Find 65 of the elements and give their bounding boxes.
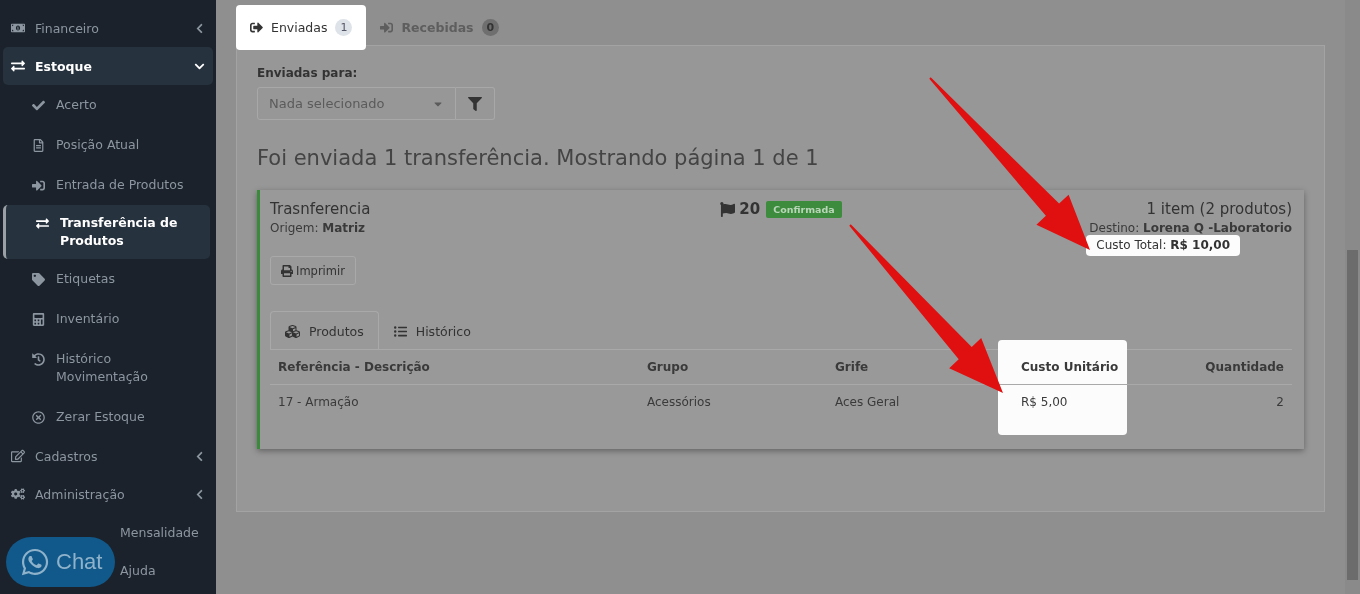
scrollbar-thumb[interactable] (1347, 250, 1358, 580)
origin-text: Origem: Matriz (270, 221, 367, 235)
sidebar-subitem[interactable]: Entrada de Produtos (0, 165, 210, 205)
sidebar-subitem[interactable]: Histórico Movimentação (0, 339, 210, 397)
tab[interactable]: Enviadas 1 (236, 5, 367, 50)
table-cell-text: Acessórios (646, 394, 712, 411)
total-cost: Custo Total: R$ 10,00 (1086, 235, 1240, 256)
column-header: Grupo (639, 350, 827, 385)
gears-icon (11, 487, 25, 501)
filter-button[interactable] (456, 87, 495, 120)
status-badge: Confirmada (766, 200, 842, 218)
flag-icon (720, 201, 736, 217)
table-cell: R$ 5,00 (998, 385, 1127, 435)
items-count: 1 item (2 produtos) (1146, 200, 1292, 218)
column-header: Referência - Descrição (270, 350, 639, 385)
table-cell-text: 2 (1275, 394, 1285, 411)
sign-in-icon (380, 21, 394, 34)
table-cell-text: Aces Geral (834, 394, 901, 411)
sidebar-subitem[interactable]: Posição Atual (0, 125, 210, 165)
arrows-icon (36, 217, 49, 230)
chevron-left-icon (194, 22, 205, 34)
count-badge: 0 (481, 19, 500, 36)
edit-icon (11, 449, 25, 463)
table-cell-text: 17 - Armação (277, 394, 360, 411)
history-icon (32, 353, 45, 366)
tag-icon (32, 273, 45, 286)
cubes-icon (285, 323, 300, 339)
column-header: Custo Unitário (998, 340, 1127, 385)
chat-button[interactable]: Chat (6, 537, 115, 587)
count-badge: 1 (335, 19, 353, 36)
circle-x-icon (32, 411, 45, 424)
sidebar-item[interactable]: Ajuda (120, 551, 156, 589)
list-icon (393, 324, 407, 338)
sign-out-icon (250, 21, 263, 34)
scrollbar[interactable] (1345, 0, 1360, 594)
chevron-left-icon (194, 450, 205, 462)
printer-icon (281, 264, 293, 277)
filter-label: Enviadas para: (257, 66, 359, 80)
whatsapp-icon (20, 547, 50, 577)
transfer-number: 20 (739, 200, 761, 218)
calculator-icon (32, 313, 45, 326)
chevron-left-icon (194, 488, 205, 500)
arrows-icon (11, 59, 25, 73)
sidebar-subitem[interactable]: Acerto (0, 85, 210, 125)
sign-in-icon (32, 179, 45, 192)
sidebar-item[interactable]: Financeiro (3, 9, 213, 47)
sidebar-item[interactable]: Cadastros (3, 437, 213, 475)
sidebar-item[interactable]: Administração (3, 475, 213, 513)
filter-icon (468, 96, 482, 111)
tab[interactable]: Produtos (270, 311, 379, 350)
check-icon (32, 99, 45, 112)
sidebar-item[interactable]: Estoque (3, 47, 213, 85)
column-header: Quantidade (1127, 350, 1292, 385)
summary-heading: Foi enviada 1 transferência. Mostrando página 1 de 1 (257, 146, 820, 170)
sidebar-subitem[interactable]: Zerar Estoque (0, 397, 210, 437)
sidebar-subitem[interactable]: Etiquetas (0, 259, 210, 299)
sidebar-subitem[interactable]: Inventário (0, 299, 210, 339)
destination-text: Destino: Lorena Q -Laboratorio (1089, 221, 1292, 235)
sidebar-subitem[interactable]: Transferência de Produtos (3, 205, 210, 259)
tab[interactable]: Histórico (378, 311, 486, 350)
print-button[interactable]: Imprimir (270, 256, 356, 285)
sidebar-item[interactable]: Mensalidade (120, 513, 199, 551)
money-bill-icon (11, 21, 25, 35)
file-icon (32, 139, 45, 152)
transfer-title: Trasnferencia (270, 200, 372, 218)
